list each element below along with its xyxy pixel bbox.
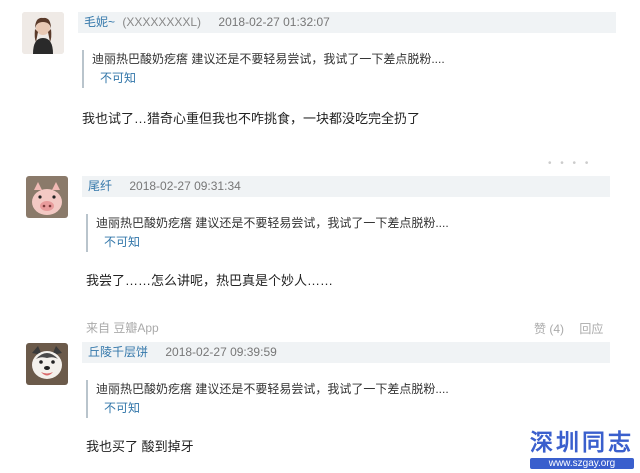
comment-3: 丘陵千层饼 2018-02-27 09:39:59 迪丽热巴酸奶疙瘩 建议还是不…: [0, 0, 640, 473]
watermark-url: www.szgay.org: [530, 458, 634, 469]
comment-meta: 丘陵千层饼 2018-02-27 09:39:59: [82, 342, 610, 363]
quote-author-link[interactable]: 不可知: [96, 399, 449, 418]
watermark-title: 深圳同志: [530, 429, 634, 456]
avatar[interactable]: [26, 343, 68, 385]
comment-body: 我也买了 酸到掉牙: [86, 439, 194, 454]
quote-text: 迪丽热巴酸奶疙瘩 建议还是不要轻易尝试，我试了一下差点脱粉....: [96, 382, 449, 396]
quoted-comment: 迪丽热巴酸奶疙瘩 建议还是不要轻易尝试，我试了一下差点脱粉.... 不可知: [86, 380, 449, 418]
author-link[interactable]: 丘陵千层饼: [88, 342, 148, 363]
timestamp: 2018-02-27 09:39:59: [165, 345, 277, 359]
site-watermark: 深圳同志 www.szgay.org: [530, 423, 634, 469]
